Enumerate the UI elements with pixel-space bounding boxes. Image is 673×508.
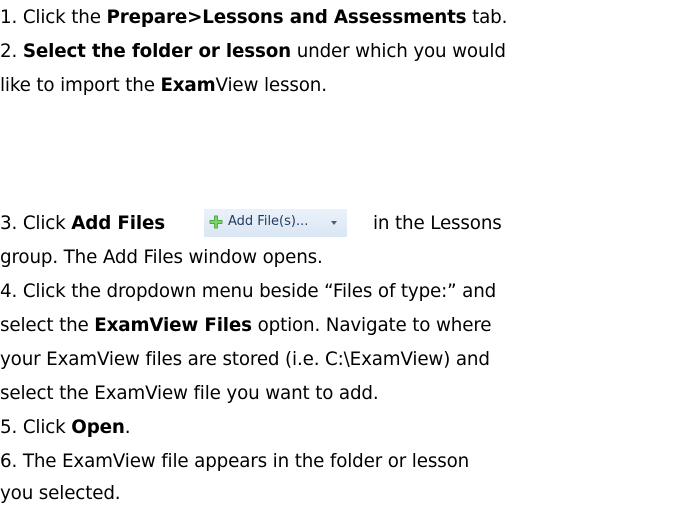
step-2-cont: like to import the ExamView lesson. <box>0 72 327 100</box>
step-3-cont: group. The Add Files window opens. <box>0 244 323 272</box>
step-text: Click the dropdown menu beside “Files of… <box>22 281 497 302</box>
chevron-down-icon[interactable] <box>331 221 337 225</box>
step-text: tab. <box>466 7 508 28</box>
step-text: Click <box>22 213 72 234</box>
step-text: The ExamView file appears in the folder … <box>22 451 470 472</box>
step-text: in the Lessons <box>373 213 502 234</box>
step-bold-text: Exam <box>160 75 216 96</box>
step-text: . <box>124 417 131 438</box>
step-bold-text: ExamView Files <box>94 315 252 336</box>
step-number: 3. <box>0 213 23 234</box>
step-bold-text: Open <box>71 417 125 438</box>
step-text: select the ExamView file you want to add… <box>0 383 379 404</box>
add-files-button-label: Add File(s)... <box>228 214 309 229</box>
green-plus-icon <box>209 215 223 229</box>
step-bold-text: Select the folder or lesson <box>22 41 292 62</box>
step-6-cont: you selected. <box>0 480 121 508</box>
step-text: option. Navigate to where <box>251 315 492 336</box>
step-text: you selected. <box>0 483 121 504</box>
step-text: View lesson. <box>215 75 328 96</box>
step-text: like to import the <box>0 75 161 96</box>
step-4-cont: select the ExamView Files option. Naviga… <box>0 312 492 340</box>
step-1: 1. Click the Prepare>Lessons and Assessm… <box>0 4 507 32</box>
step-bold-text: Add Files <box>71 213 165 234</box>
step-4: 4. Click the dropdown menu beside “Files… <box>0 278 496 306</box>
step-6: 6. The ExamView file appears in the fold… <box>0 448 469 476</box>
step-4-cont: your ExamView files are stored (i.e. C:\… <box>0 346 490 374</box>
step-text: your ExamView files are stored (i.e. C:\… <box>0 349 490 370</box>
step-number: 5. <box>0 417 23 438</box>
step-2: 2. Select the folder or lesson under whi… <box>0 38 506 66</box>
step-text: under which you would <box>291 41 506 62</box>
step-text: Click the <box>22 7 107 28</box>
step-number: 4. <box>0 281 23 302</box>
step-4-cont: select the ExamView file you want to add… <box>0 380 379 408</box>
step-number: 2. <box>0 41 23 62</box>
step-number: 6. <box>0 451 23 472</box>
step-5: 5. Click Open. <box>0 414 131 442</box>
step-text: select the <box>0 315 95 336</box>
step-text: group. The Add Files window opens. <box>0 247 323 268</box>
step-bold-text: Prepare>Lessons and Assessments <box>106 7 467 28</box>
step-3: 3. Click Add Files <box>0 210 165 238</box>
step-text: Click <box>22 417 72 438</box>
step-3-tail: in the Lessons <box>373 210 502 238</box>
add-files-button[interactable]: Add File(s)... <box>204 209 347 237</box>
instruction-document: 1. Click the Prepare>Lessons and Assessm… <box>0 0 673 508</box>
step-number: 1. <box>0 7 23 28</box>
